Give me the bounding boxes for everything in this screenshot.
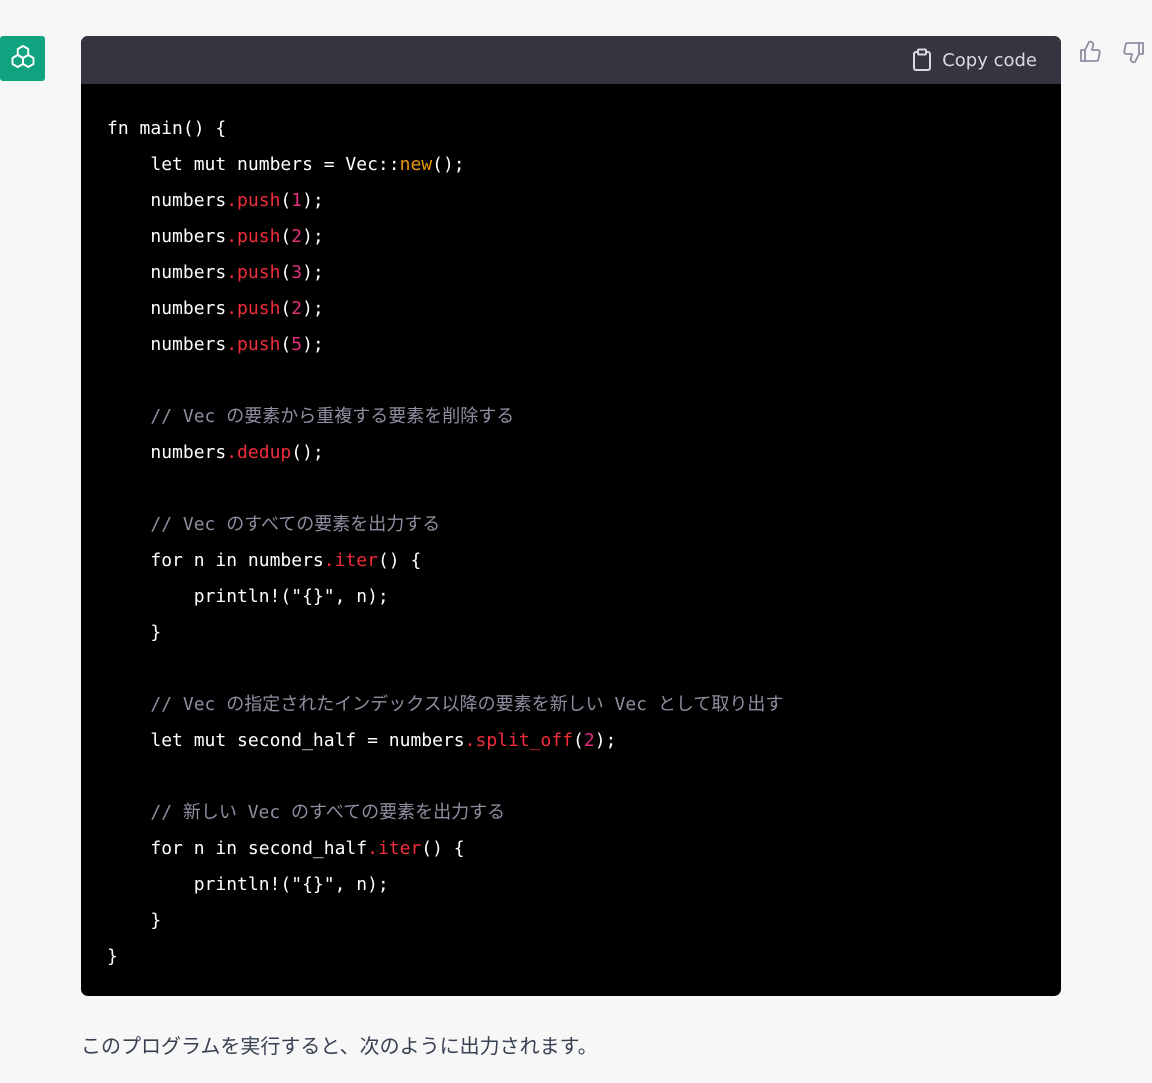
code-line: numbers.push(5); — [107, 327, 1061, 363]
code-token: ( — [280, 262, 292, 283]
code-line: } — [107, 939, 1061, 975]
code-token: fn main() { — [107, 118, 227, 139]
openai-logo-icon — [8, 42, 38, 76]
code-line: fn main() { — [107, 111, 1061, 147]
code-token: println!("{}", n); — [193, 586, 389, 607]
code-token: for n in second_half — [150, 838, 368, 859]
code-token: ); — [302, 190, 324, 211]
code-token: for n in numbers — [150, 550, 324, 571]
code-token: numbers — [150, 190, 227, 211]
thumbs-up-button[interactable] — [1078, 40, 1102, 68]
code-token: 2 — [291, 226, 303, 247]
code-token: ( — [280, 226, 292, 247]
code-token: ( — [280, 334, 292, 355]
code-line: numbers.push(3); — [107, 255, 1061, 291]
code-token: ( — [280, 298, 292, 319]
clipboard-icon — [912, 48, 932, 72]
code-line: for n in second_half.iter() { — [107, 831, 1061, 867]
code-token: // Vec のすべての要素を出力する — [150, 514, 441, 535]
chatgpt-avatar — [0, 36, 45, 81]
code-line: // Vec の要素から重複する要素を削除する — [107, 399, 1061, 435]
thumbs-up-icon — [1078, 40, 1102, 68]
code-line: for n in numbers.iter() { — [107, 543, 1061, 579]
thumbs-down-button[interactable] — [1122, 40, 1146, 68]
code-token: .push — [226, 190, 281, 211]
code-token: let mut numbers = Vec:: — [150, 154, 400, 175]
code-token: () { — [421, 838, 465, 859]
code-line: // Vec のすべての要素を出力する — [107, 507, 1061, 543]
code-line: } — [107, 615, 1061, 651]
code-token: new — [399, 154, 433, 175]
code-token: } — [107, 946, 118, 967]
code-line: println!("{}", n); — [107, 867, 1061, 903]
code-token: .push — [226, 298, 281, 319]
code-token: 5 — [291, 334, 303, 355]
code-token: numbers — [150, 262, 227, 283]
code-token: numbers — [150, 442, 227, 463]
code-token: .split_off — [464, 730, 574, 751]
code-token: numbers — [150, 334, 227, 355]
code-token: .push — [226, 226, 281, 247]
code-line: println!("{}", n); — [107, 579, 1061, 615]
code-line: numbers.push(2); — [107, 219, 1061, 255]
code-token: .iter — [323, 550, 378, 571]
feedback-buttons — [1078, 40, 1146, 68]
code-token: ); — [302, 298, 324, 319]
code-token: numbers — [150, 226, 227, 247]
code-line: } — [107, 903, 1061, 939]
code-token: () { — [377, 550, 422, 571]
answer-paragraph: このプログラムを実行すると、次のように出力されます。 — [81, 1034, 598, 1058]
code-token: .dedup — [226, 442, 292, 463]
thumbs-down-icon — [1122, 40, 1146, 68]
code-token: println!("{}", n); — [193, 874, 389, 895]
code-line: numbers.push(1); — [107, 183, 1061, 219]
code-token: ( — [573, 730, 584, 751]
code-token: 2 — [583, 730, 595, 751]
copy-code-label: Copy code — [942, 49, 1037, 71]
code-line: // 新しい Vec のすべての要素を出力する — [107, 795, 1061, 831]
code-token: (); — [291, 442, 324, 463]
code-block: Copy code fn main() { let mut numbers = … — [81, 36, 1061, 996]
code-token: ); — [594, 730, 617, 751]
copy-code-button[interactable]: Copy code — [912, 48, 1037, 72]
code-line: numbers.push(2); — [107, 291, 1061, 327]
code-token: .push — [226, 262, 281, 283]
code-line: let mut numbers = Vec::new(); — [107, 147, 1061, 183]
code-token: ( — [280, 190, 292, 211]
code-token: let mut second_half = numbers — [150, 730, 465, 751]
code-token: .push — [226, 334, 281, 355]
code-content[interactable]: fn main() { let mut numbers = Vec::new()… — [81, 84, 1061, 975]
code-token: 3 — [291, 262, 303, 283]
code-token: } — [150, 622, 162, 643]
code-token: // 新しい Vec のすべての要素を出力する — [150, 802, 506, 823]
code-token: ); — [302, 226, 324, 247]
code-token: 1 — [291, 190, 303, 211]
code-line: numbers.dedup(); — [107, 435, 1061, 471]
code-token: .iter — [367, 838, 422, 859]
code-header: Copy code — [81, 36, 1061, 84]
code-line: let mut second_half = numbers.split_off(… — [107, 723, 1061, 759]
code-token: numbers — [150, 298, 227, 319]
code-token: // Vec の指定されたインデックス以降の要素を新しい Vec として取り出す — [150, 694, 784, 715]
code-token: // Vec の要素から重複する要素を削除する — [150, 406, 515, 427]
code-token: ); — [302, 334, 324, 355]
code-token: } — [150, 910, 162, 931]
code-token: 2 — [291, 298, 303, 319]
code-token: (); — [432, 154, 465, 175]
code-token: ); — [302, 262, 324, 283]
code-line: // Vec の指定されたインデックス以降の要素を新しい Vec として取り出す — [107, 687, 1061, 723]
